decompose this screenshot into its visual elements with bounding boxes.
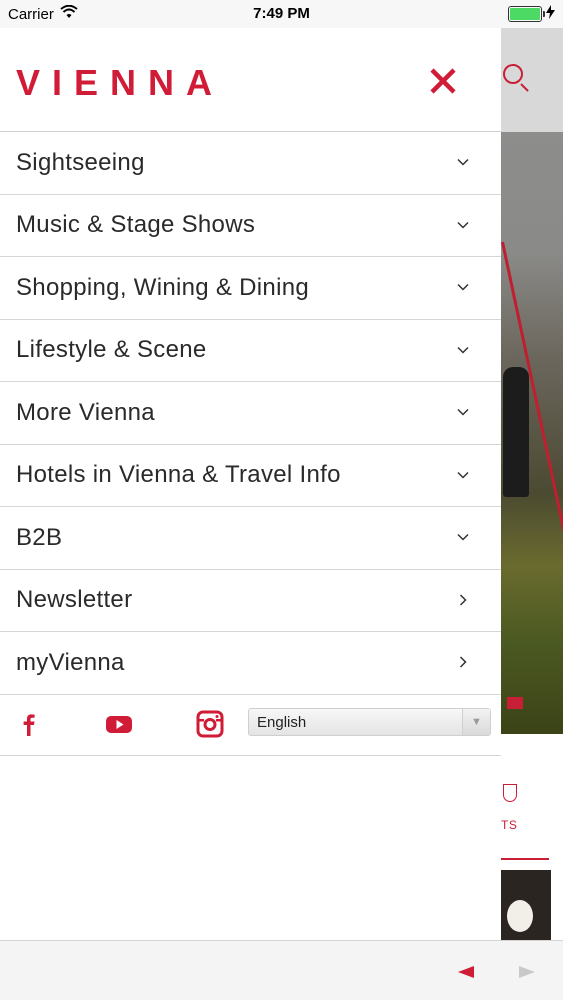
close-icon [430,68,456,94]
background-header [501,28,563,132]
menu-item-label: B2B [16,523,63,551]
search-icon[interactable] [503,64,523,84]
vienna-logo[interactable]: VIENNA [16,62,224,104]
menu-item-newsletter[interactable]: Newsletter [0,570,501,632]
menu-list: Sightseeing Music & Stage Shows Shopping… [0,131,501,695]
forward-arrow-icon[interactable] [516,965,538,979]
social-row: English ▼ [0,693,501,756]
menu-item-lifestyle-scene[interactable]: Lifestyle & Scene [0,320,501,382]
menu-item-label: Hotels in Vienna & Travel Info [16,461,341,489]
chevron-down-icon [455,529,471,545]
bottom-toolbar [0,940,563,1000]
menu-item-sightseeing[interactable]: Sightseeing [0,132,501,195]
background-app: TS [501,28,563,940]
close-button[interactable] [424,62,462,100]
status-time: 7:49 PM [253,5,310,22]
menu-item-music-stage-shows[interactable]: Music & Stage Shows [0,195,501,257]
youtube-icon[interactable] [104,709,134,739]
photo-red-accent [507,697,523,709]
back-arrow-icon[interactable] [455,965,477,979]
chevron-down-icon [455,342,471,358]
menu-item-shopping-wining-dining[interactable]: Shopping, Wining & Dining [0,257,501,320]
menu-item-label: Shopping, Wining & Dining [16,273,310,301]
background-category-strip: TS [501,734,563,940]
menu-item-label: Lifestyle & Scene [16,336,207,364]
language-value: English [257,713,307,731]
charging-icon [546,5,555,23]
chevron-down-icon [455,467,471,483]
chevron-down-icon [455,404,471,420]
navigation-drawer: VIENNA Sightseeing Music & Stage Shows S… [0,28,501,940]
drawer-header: VIENNA [0,28,501,131]
chevron-down-icon [455,154,471,170]
menu-item-label: Sightseeing [16,148,145,176]
chevron-down-icon [455,217,471,233]
menu-item-label: More Vienna [16,398,155,426]
language-select[interactable]: English ▼ [248,708,491,736]
chevron-right-icon [455,592,471,608]
content-thumbnail[interactable] [501,870,551,940]
menu-item-label: myVienna [16,648,125,676]
menu-item-label: Music & Stage Shows [16,211,256,239]
background-photo [501,132,563,734]
facebook-icon[interactable] [14,709,44,739]
category-underline [501,858,549,860]
status-bar: Carrier 7:49 PM [0,0,563,28]
category-label[interactable]: TS [501,818,517,832]
status-right [508,5,555,23]
photo-person [503,367,529,497]
menu-item-label: Newsletter [16,586,133,614]
menu-item-hotels-travel-info[interactable]: Hotels in Vienna & Travel Info [0,445,501,507]
menu-item-myvienna[interactable]: myVienna [0,632,501,695]
battery-icon [508,6,545,22]
chevron-down-icon [455,279,471,295]
instagram-icon[interactable] [195,709,225,739]
dropdown-arrow-icon: ▼ [462,709,490,735]
chevron-right-icon [455,654,471,670]
menu-item-b2b[interactable]: B2B [0,507,501,570]
menu-item-more-vienna[interactable]: More Vienna [0,382,501,445]
battery-fill [510,8,540,20]
theatre-mask-icon [503,784,517,802]
